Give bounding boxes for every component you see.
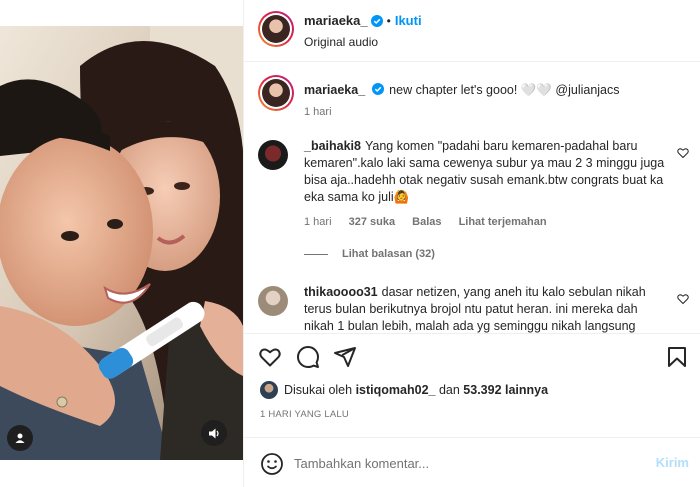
commenter-username[interactable]: _baihaki8 [304,139,361,153]
add-comment-input[interactable] [294,452,634,474]
emoji-icon[interactable] [260,452,284,476]
author-avatar[interactable] [258,11,294,47]
comment-meta: 1 hari 327 suka Balas Lihat terjemahan [304,216,561,228]
photo-illustration [0,26,243,460]
tagged-user-button[interactable] [7,425,33,451]
separator-dot: • [386,13,391,28]
post-timestamp[interactable]: 1 HARI YANG LALU [260,409,349,420]
verified-badge-icon [372,83,385,95]
commenter-avatar[interactable] [258,286,288,316]
like-comment-heart-icon[interactable] [677,293,689,305]
caption-text-block: mariaeka_ new chapter let's gooo! 🤍🤍 @ju… [304,82,669,99]
reply-button[interactable]: Balas [412,216,441,228]
liker-username[interactable]: istiqomah02_ [356,383,436,397]
likes-middle: dan [438,383,460,397]
likes-count[interactable]: 53.392 lainnya [463,383,548,397]
post-actions-bar [244,333,700,377]
user-icon [15,433,25,443]
view-replies-button[interactable]: Lihat balasan (32) [304,248,435,260]
caption-avatar[interactable] [258,75,294,111]
sound-toggle-button[interactable] [201,420,227,446]
caption-text: new chapter let's gooo! 🤍🤍 @julianjacs [389,83,620,97]
caption-meta: 1 hari [304,106,346,118]
replies-divider-line [304,253,328,255]
commenter-avatar[interactable] [258,140,288,170]
comment-time[interactable]: 1 hari [304,216,332,228]
share-icon[interactable] [333,345,357,369]
commenter-username[interactable]: thikaoooo31 [304,285,378,299]
speaker-icon [208,428,219,438]
post-details-panel: mariaeka_ • Ikuti Original audio mariaek… [243,0,700,487]
likes-prefix: Disukai oleh [284,383,353,397]
caption-time[interactable]: 1 hari [304,106,332,118]
likes-summary: Disukai oleh istiqomah02_ dan 53.392 lai… [260,381,548,399]
follow-button[interactable]: Ikuti [395,13,422,28]
bookmark-icon[interactable] [665,345,689,369]
comment-text-block: thikaoooo31 dasar netizen, yang aneh itu … [304,284,669,333]
translate-button[interactable]: Lihat terjemahan [459,216,547,228]
heart-icon[interactable] [258,345,282,369]
send-comment-button[interactable]: Kirim [656,455,689,470]
comment-likes[interactable]: 327 suka [349,216,395,228]
comments-scroll-area[interactable]: mariaeka_ new chapter let's gooo! 🤍🤍 @ju… [244,62,700,333]
post-media-panel [0,0,243,487]
caption-username[interactable]: mariaeka_ [304,83,365,97]
comment-text-block: _baihaki8 Yang komen "padahi baru kemaren… [304,138,669,206]
add-comment-bar: Kirim [244,437,700,487]
audio-label[interactable]: Original audio [304,35,378,49]
like-comment-heart-icon[interactable] [677,147,689,159]
comment-icon[interactable] [296,345,320,369]
liker-avatar[interactable] [260,381,278,399]
post-header: mariaeka_ • Ikuti Original audio [244,0,700,62]
view-replies-label: Lihat balasan (32) [342,248,435,260]
author-username[interactable]: mariaeka_ [304,13,368,28]
verified-badge-icon [370,14,383,27]
post-photo[interactable] [0,26,243,460]
